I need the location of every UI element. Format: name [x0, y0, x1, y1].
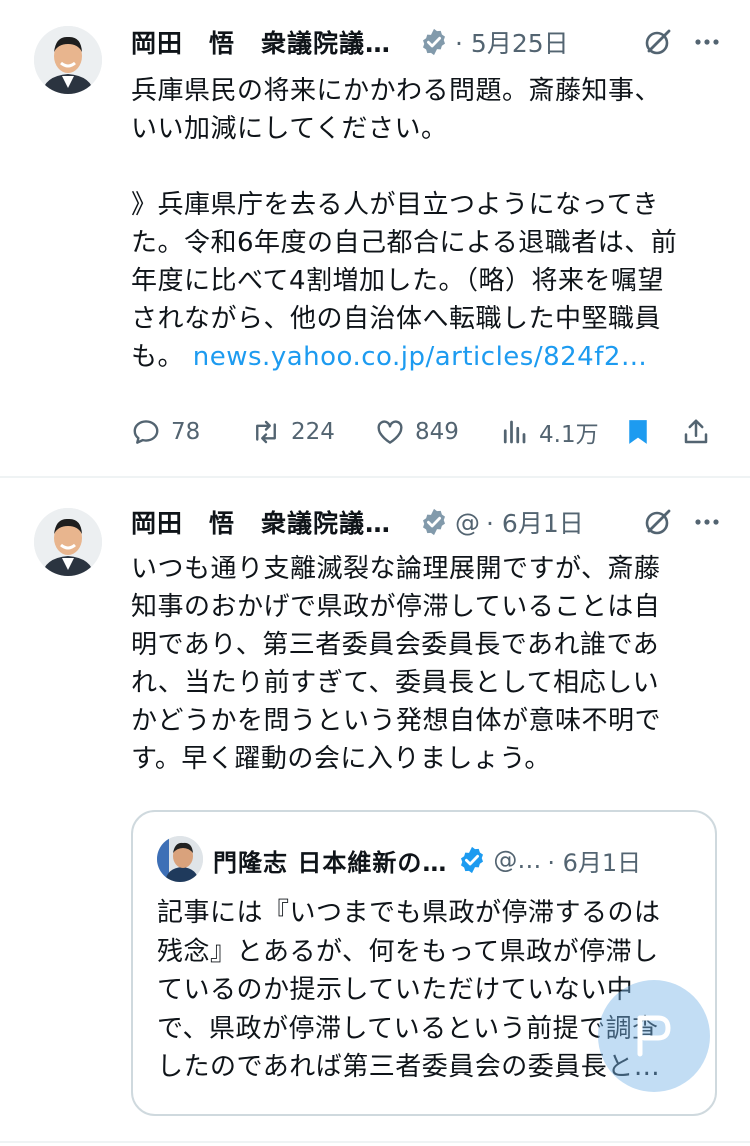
like-button[interactable]: 849: [375, 417, 499, 447]
reply-button[interactable]: 78: [131, 417, 251, 447]
reply-count: 78: [171, 419, 201, 445]
views-button[interactable]: 4.1万: [499, 415, 623, 449]
more-icon[interactable]: [692, 27, 722, 57]
author-avatar[interactable]: [34, 508, 102, 576]
bookmark-icon: [629, 420, 647, 444]
retweet-button[interactable]: 224: [251, 417, 375, 447]
article-link[interactable]: news.yahoo.co.jp/articles/824f2…: [193, 342, 648, 372]
tweet-header: 岡田 悟 衆議院議… · 5月25日: [131, 20, 722, 64]
author-handle[interactable]: @: [455, 508, 480, 537]
tweet-date[interactable]: · 5月25日: [455, 24, 569, 60]
tweet-text-body: 兵庫県民の将来にかかわる問題。斎藤知事、 いい加減にしてください。 》兵庫県庁を…: [131, 76, 678, 372]
verified-icon: [423, 508, 446, 536]
quoted-tweet-header: 門隆志 日本維新の… @… · 6月1日: [213, 840, 691, 880]
author-name[interactable]: 岡田 悟 衆議院議…: [131, 504, 391, 540]
verified-icon: [461, 846, 484, 874]
retweet-count: 224: [291, 419, 335, 445]
author-avatar[interactable]: [34, 26, 102, 94]
tweet[interactable]: 岡田 悟 衆議院議… · 5月25日 兵庫県民の将来にかかわる問題。斎藤知事、 …: [0, 0, 750, 476]
tweet-header: 岡田 悟 衆議院議… @ · 6月1日: [131, 500, 722, 544]
verified-icon: [423, 28, 446, 56]
share-button[interactable]: [681, 417, 711, 447]
like-icon: [377, 420, 403, 444]
grok-icon[interactable]: [642, 506, 674, 538]
views-count: 4.1万: [539, 422, 599, 448]
quoted-author-avatar: [157, 836, 203, 882]
tweet-text: 兵庫県民の将来にかかわる問題。斎藤知事、 いい加減にしてください。 》兵庫県庁を…: [131, 72, 721, 376]
grok-fab-icon: [637, 1015, 671, 1057]
tweet-date[interactable]: · 6月1日: [486, 504, 584, 540]
author-name[interactable]: 岡田 悟 衆議院議…: [131, 24, 391, 60]
grok-floating-button[interactable]: [598, 980, 710, 1092]
tweet-divider: [0, 1141, 750, 1143]
share-icon: [684, 419, 708, 444]
views-icon: [503, 420, 526, 444]
tweet-actions: 78 224 849 4.1万: [131, 412, 717, 452]
retweet-icon: [256, 420, 276, 444]
more-icon[interactable]: [692, 507, 722, 537]
quoted-author-handle: @…: [493, 846, 542, 874]
tweet-text: いつも通り支離滅裂な論理展開ですが、斎藤 知事のおかげで県政が停滞していることは…: [131, 554, 662, 774]
reply-icon: [133, 420, 159, 444]
quoted-tweet-date: · 6月1日: [547, 848, 642, 877]
quoted-author-name: 門隆志 日本維新の…: [213, 848, 448, 877]
like-count: 849: [415, 419, 459, 445]
grok-icon[interactable]: [642, 26, 674, 58]
bookmark-button[interactable]: [623, 417, 653, 447]
